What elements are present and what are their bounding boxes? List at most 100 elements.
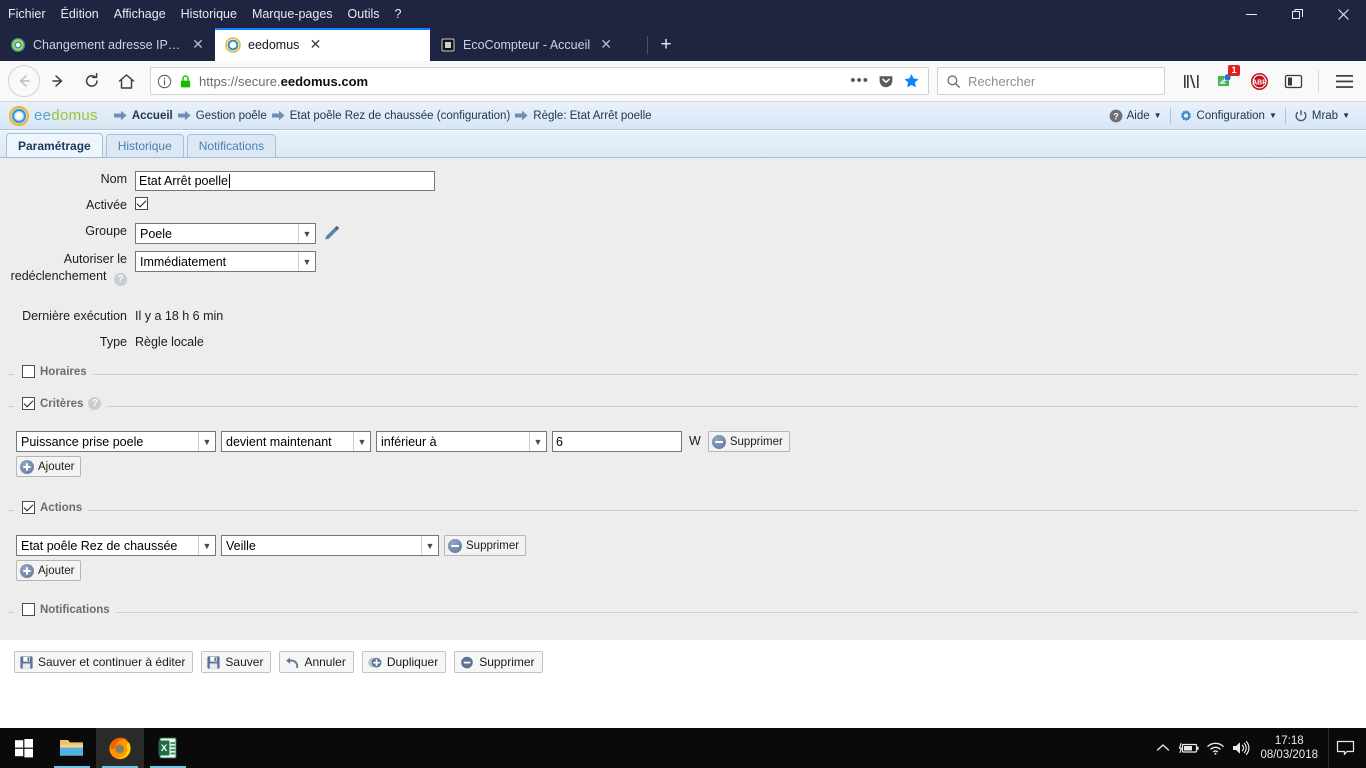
notifications-checkbox[interactable] bbox=[22, 603, 35, 616]
notification-icon[interactable] bbox=[1328, 728, 1362, 768]
home-button[interactable] bbox=[110, 65, 142, 97]
breadcrumb-label: Accueil bbox=[131, 109, 173, 122]
nom-input[interactable]: Etat Arrêt poelle bbox=[135, 171, 435, 191]
breadcrumb: Accueil Gestion poêle Etat poêle Rez de … bbox=[113, 109, 652, 122]
action-add-button[interactable]: Ajouter bbox=[16, 560, 82, 581]
battery-icon[interactable] bbox=[1176, 728, 1202, 768]
url-bar[interactable]: https://secure.eedomus.com ••• bbox=[150, 67, 929, 95]
reload-button[interactable] bbox=[76, 65, 108, 97]
action-delete-label: Supprimer bbox=[466, 539, 520, 552]
save-and-continue-button[interactable]: Sauver et continuer à éditer bbox=[14, 651, 194, 673]
help-icon[interactable]: ? bbox=[114, 273, 127, 286]
wifi-icon[interactable] bbox=[1202, 728, 1228, 768]
save-button[interactable]: Sauver bbox=[201, 651, 272, 673]
tab-close-icon[interactable]: ✕ bbox=[597, 36, 615, 54]
browser-tab-1[interactable]: Changement adresse IP box ee ✕ bbox=[0, 28, 215, 61]
volume-icon[interactable] bbox=[1228, 728, 1254, 768]
chevron-down-icon: ▼ bbox=[198, 432, 215, 451]
arrow-right-icon bbox=[177, 110, 191, 121]
breadcrumb-item-regle[interactable]: Règle: Etat Arrêt poelle bbox=[515, 110, 652, 122]
menu-fichier[interactable]: Fichier bbox=[8, 0, 46, 28]
url-text[interactable]: https://secure.eedomus.com bbox=[199, 74, 843, 89]
horaires-checkbox[interactable] bbox=[22, 365, 35, 378]
action-delete-button[interactable]: Supprimer bbox=[444, 535, 527, 556]
criteria-operator-select[interactable]: inférieur à ▼ bbox=[376, 431, 547, 452]
sidebar-icon[interactable] bbox=[1279, 66, 1307, 96]
criteria-value-input[interactable]: 6 bbox=[552, 431, 682, 452]
field-groupe: Groupe Poele ▼ bbox=[0, 214, 1366, 244]
search-bar[interactable]: Rechercher bbox=[937, 67, 1165, 95]
criteria-delete-button[interactable]: Supprimer bbox=[707, 431, 790, 452]
add-icon bbox=[20, 563, 34, 578]
breadcrumb-label: Gestion poêle bbox=[195, 109, 267, 122]
tab-notifications[interactable]: Notifications bbox=[186, 134, 277, 157]
close-icon[interactable] bbox=[1320, 0, 1366, 28]
adblock-plus-icon[interactable]: ABP bbox=[1245, 66, 1273, 96]
help-menu[interactable]: ? Aide ▼ bbox=[1101, 109, 1170, 123]
autoriser-select[interactable]: Immédiatement ▼ bbox=[135, 251, 316, 272]
new-tab-button[interactable]: + bbox=[650, 28, 682, 61]
tab-close-icon[interactable]: ✕ bbox=[306, 36, 324, 54]
field-activee-label: Activée bbox=[86, 198, 127, 212]
search-input[interactable]: Rechercher bbox=[968, 74, 1035, 89]
menu-marque-pages[interactable]: Marque-pages bbox=[252, 0, 333, 28]
start-button[interactable] bbox=[0, 728, 48, 768]
extension-icon[interactable]: 1 bbox=[1211, 65, 1240, 96]
actions-checkbox[interactable] bbox=[22, 501, 35, 514]
eedomus-logo[interactable]: eedomus bbox=[8, 105, 114, 127]
screen: Fichier Édition Affichage Historique Mar… bbox=[0, 0, 1366, 768]
menu-outils[interactable]: Outils bbox=[348, 0, 380, 28]
back-button[interactable] bbox=[8, 65, 40, 97]
menu-help[interactable]: ? bbox=[395, 0, 402, 28]
clock-date: 08/03/2018 bbox=[1260, 749, 1318, 761]
cancel-button[interactable]: Annuler bbox=[279, 651, 354, 673]
user-menu[interactable]: Mrab ▼ bbox=[1286, 109, 1358, 123]
chevron-up-icon[interactable] bbox=[1150, 728, 1176, 768]
menu-edition[interactable]: Édition bbox=[61, 0, 99, 28]
delete-button[interactable]: Supprimer bbox=[454, 651, 543, 673]
tab-historique[interactable]: Historique bbox=[105, 134, 184, 157]
url-scheme: https://secure. bbox=[199, 73, 281, 89]
hamburger-menu-icon[interactable] bbox=[1330, 66, 1358, 96]
taskbar-firefox[interactable] bbox=[96, 728, 144, 768]
browser-tab-3[interactable]: EcoCompteur - Accueil ✕ bbox=[430, 28, 645, 61]
criteria-device-select[interactable]: Puissance prise poele ▼ bbox=[16, 431, 216, 452]
breadcrumb-item-accueil[interactable]: Accueil bbox=[113, 109, 173, 122]
library-icon[interactable] bbox=[1177, 66, 1205, 96]
help-icon[interactable]: ? bbox=[88, 397, 102, 410]
pocket-icon[interactable] bbox=[878, 73, 894, 89]
action-device-select[interactable]: Etat poêle Rez de chaussée ▼ bbox=[16, 535, 216, 556]
taskbar-file-explorer[interactable] bbox=[48, 728, 96, 768]
criteria-event-select[interactable]: devient maintenant ▼ bbox=[221, 431, 371, 452]
taskbar-clock[interactable]: 17:18 08/03/2018 bbox=[1254, 734, 1328, 762]
browser-tab-1-title: Changement adresse IP box ee bbox=[33, 37, 182, 52]
browser-tab-2[interactable]: eedomus ✕ bbox=[215, 28, 430, 61]
criteria-value-text: 6 bbox=[556, 434, 563, 449]
taskbar-excel[interactable]: X bbox=[144, 728, 192, 768]
criteria-add-button[interactable]: Ajouter bbox=[16, 456, 82, 477]
tab-close-icon[interactable]: ✕ bbox=[189, 36, 207, 54]
page-actions-icon[interactable]: ••• bbox=[850, 73, 869, 88]
browser-tabstrip: Changement adresse IP box ee ✕ eedomus ✕… bbox=[0, 28, 1366, 61]
pencil-icon[interactable] bbox=[323, 225, 340, 242]
menu-affichage[interactable]: Affichage bbox=[114, 0, 166, 28]
breadcrumb-item-etat-poele[interactable]: Etat poêle Rez de chaussée (configuratio… bbox=[271, 110, 510, 122]
bookmark-star-icon[interactable] bbox=[903, 73, 920, 89]
chevron-down-icon: ▼ bbox=[353, 432, 370, 451]
duplicate-button[interactable]: Dupliquer bbox=[361, 651, 447, 673]
info-icon[interactable] bbox=[157, 74, 172, 89]
activee-checkbox[interactable] bbox=[135, 197, 148, 210]
logo-suffix: domus bbox=[51, 107, 98, 124]
groupe-select[interactable]: Poele ▼ bbox=[135, 223, 316, 244]
restore-icon[interactable] bbox=[1274, 0, 1320, 28]
action-value-select[interactable]: Veille ▼ bbox=[221, 535, 439, 556]
chevron-down-icon: ▼ bbox=[298, 252, 315, 271]
configuration-menu[interactable]: Configuration ▼ bbox=[1171, 109, 1285, 123]
minimize-icon[interactable] bbox=[1228, 0, 1274, 28]
lock-icon[interactable] bbox=[179, 74, 192, 89]
tab-parametrage[interactable]: Paramétrage bbox=[6, 133, 103, 157]
menu-historique[interactable]: Historique bbox=[181, 0, 237, 28]
breadcrumb-item-gestion-poele[interactable]: Gestion poêle bbox=[177, 109, 267, 122]
criteres-checkbox[interactable] bbox=[22, 397, 35, 410]
forward-button[interactable] bbox=[42, 65, 74, 97]
